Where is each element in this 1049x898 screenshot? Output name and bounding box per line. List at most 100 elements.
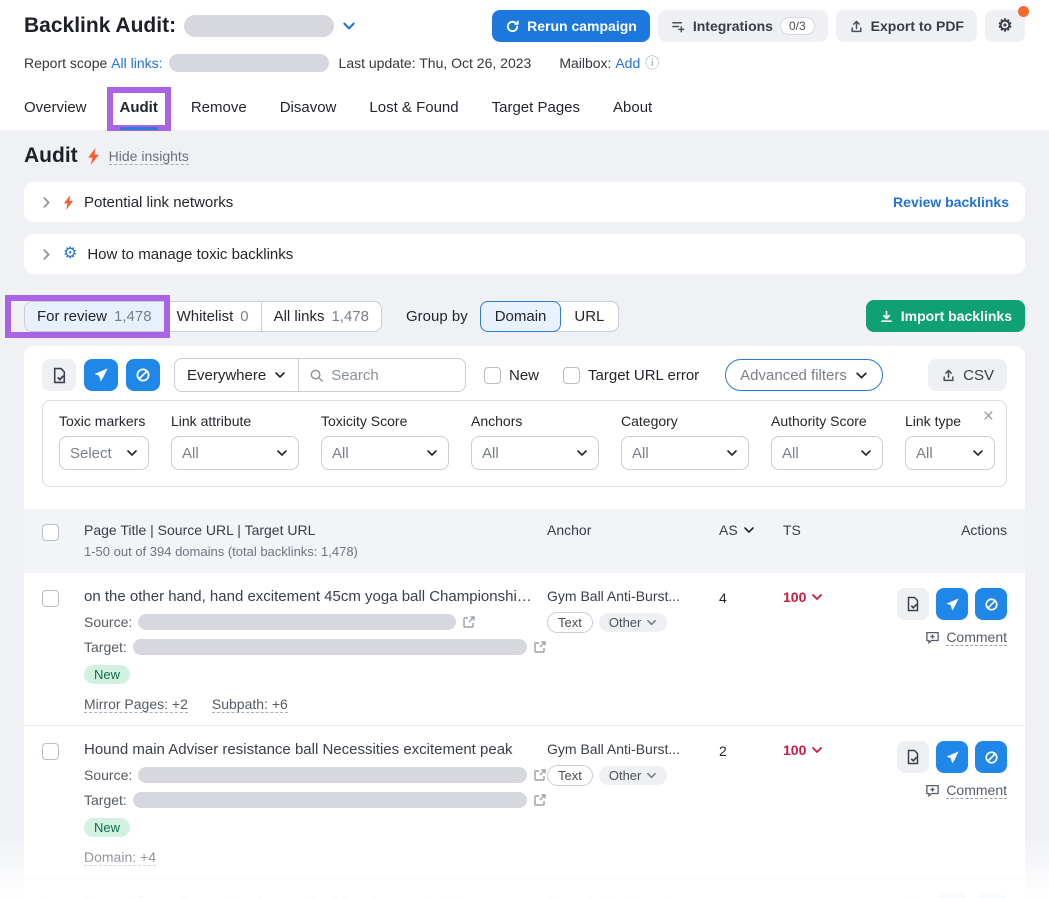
toxicity-score-select[interactable]: All [321,436,449,470]
export-csv-button[interactable]: CSV [928,359,1007,391]
group-by-label: Group by [406,308,468,325]
integrations-button[interactable]: Integrations 0/3 [658,10,828,42]
download-icon [879,309,894,324]
group-by-toggle: Domain URL [480,301,620,332]
import-backlinks-button[interactable]: Import backlinks [866,300,1025,332]
search-scope-dropdown[interactable]: Everywhere [175,359,299,391]
disavow-row-button[interactable] [975,741,1007,773]
link-attribute-select[interactable]: All [171,436,299,470]
report-scope-label: Report scope [24,55,107,71]
paper-plane-icon [945,597,960,612]
disavow-button[interactable] [126,359,160,391]
tab-overview[interactable]: Overview [24,95,87,130]
campaign-chevron-down-icon[interactable] [342,19,356,33]
bolt-icon [87,148,100,165]
disavow-row-button[interactable] [975,588,1007,620]
domain-expand-link[interactable]: Domain: +4 [84,849,156,866]
tab-target-pages[interactable]: Target Pages [492,95,580,130]
tab-lost-and-found[interactable]: Lost & Found [369,95,458,130]
authority-score-select[interactable]: All [771,436,883,470]
search-input[interactable] [331,367,455,384]
gear-icon: ⚙ [63,246,77,262]
anchor-text: Gym Ball Anti-Burst... [547,588,719,604]
move-to-remove-row-button[interactable] [936,741,968,773]
anchor-other-dropdown[interactable]: Other [599,613,668,632]
info-icon[interactable]: ⓘ [645,53,659,73]
insight-card-manage-toxic[interactable]: ⚙ How to manage toxic backlinks [24,234,1025,274]
toxicity-score-dropdown[interactable]: 100 [783,588,885,605]
search-icon [309,368,324,383]
select-all-checkbox[interactable] [42,524,59,541]
section-title: Audit [24,144,78,168]
group-by-url[interactable]: URL [560,302,618,331]
toxic-markers-select[interactable]: Select [59,436,149,470]
export-to-pdf-button[interactable]: Export to PDF [836,10,977,42]
target-url-error-label: Target URL error [588,367,699,384]
table-row: on the other hand, hand excitement 45cm … [24,573,1025,726]
backlink-title: Hound main Adviser resistance ball Neces… [84,741,547,758]
segment-for-review[interactable]: For review 1,478 [25,302,165,331]
table-toolbar: Everywhere New Target URL error [24,358,1025,392]
comment-link[interactable]: Comment [925,782,1007,799]
mailbox-add-link[interactable]: Add [615,55,640,71]
comment-link[interactable]: Comment [925,629,1007,646]
toxicity-score-dropdown[interactable]: 100 [783,741,885,758]
segment-whitelist[interactable]: Whitelist 0 [165,302,262,331]
tab-audit[interactable]: Audit [120,95,158,130]
source-url-redacted [138,767,527,783]
group-by-domain[interactable]: Domain [480,301,562,332]
tab-disavow[interactable]: Disavow [280,95,337,130]
tab-about[interactable]: About [613,95,652,130]
advanced-filters-button[interactable]: Advanced filters [725,359,883,391]
comment-plus-icon [925,783,940,798]
tab-remove[interactable]: Remove [191,95,247,130]
rerun-campaign-button[interactable]: Rerun campaign [492,10,650,42]
block-icon [984,597,999,612]
whitelist-row-button[interactable] [897,588,929,620]
pagination-summary: 1-50 out of 394 domains (total backlinks… [84,544,547,559]
whitelist-row-button[interactable] [897,894,929,898]
external-link-icon[interactable] [462,615,476,629]
row-checkbox[interactable] [42,590,59,607]
review-backlinks-link[interactable]: Review backlinks [893,194,1009,210]
table-row: Hound main Adviser resistance ball Neces… [24,726,1025,879]
export-icon [941,368,956,383]
page-title: Backlink Audit: [24,14,176,38]
move-to-remove-row-button[interactable] [936,588,968,620]
hide-insights-link[interactable]: Hide insights [109,148,189,165]
column-ts: TS [783,522,885,538]
anchor-text: Gym Ball Anti-Burst... [547,741,719,757]
segment-all-links[interactable]: All links 1,478 [262,302,381,331]
link-type-select[interactable]: All [905,436,995,470]
document-check-icon [905,749,921,765]
insight-card-link-networks[interactable]: Potential link networks Review backlinks [24,182,1025,222]
close-icon[interactable]: × [983,407,994,426]
anchor-other-dropdown[interactable]: Other [599,766,668,785]
external-link-icon[interactable] [533,793,547,807]
new-checkbox-label: New [509,367,539,384]
external-link-icon[interactable] [533,640,547,654]
whitelist-action-button[interactable] [42,359,76,391]
settings-button[interactable]: ⚙ [985,10,1025,42]
whitelist-row-button[interactable] [897,741,929,773]
authority-score-value: 2 [719,894,783,898]
backlink-title: on the other hand, hand excitement 45cm … [84,588,547,605]
move-to-remove-row-button[interactable] [936,894,968,898]
subpath-link[interactable]: Subpath: +6 [212,696,288,713]
move-to-remove-button[interactable] [84,359,118,391]
nav-tab-bar: Overview Audit Remove Disavow Lost & Fou… [24,95,1025,130]
disavow-row-button[interactable] [975,894,1007,898]
toxicity-score-dropdown[interactable]: 98 [783,894,885,898]
target-url-error-checkbox[interactable] [563,367,580,384]
chevron-right-icon[interactable] [40,248,53,261]
anchor-type-tag: Text [547,612,593,633]
new-checkbox[interactable] [484,367,501,384]
chevron-right-icon[interactable] [40,196,53,209]
report-scope-link[interactable]: All links: [111,55,162,71]
category-select[interactable]: All [621,436,749,470]
anchors-select[interactable]: All [471,436,599,470]
column-as-sort[interactable]: AS [719,522,783,538]
row-checkbox[interactable] [42,743,59,760]
external-link-icon[interactable] [533,768,547,782]
mirror-pages-link[interactable]: Mirror Pages: +2 [84,696,188,713]
